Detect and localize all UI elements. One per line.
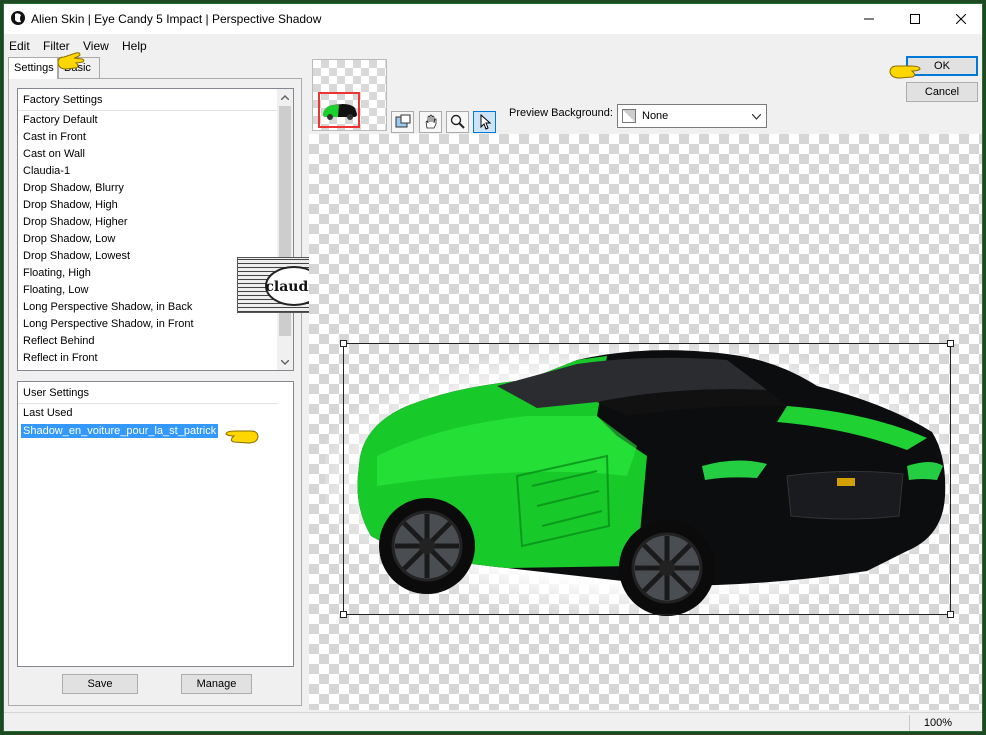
title-bar: Alien Skin | Eye Candy 5 Impact | Perspe…: [4, 4, 982, 34]
list-item[interactable]: Floating, High: [23, 267, 91, 279]
preview-background-label: Preview Background:: [509, 107, 613, 119]
list-item[interactable]: Drop Shadow, Low: [23, 233, 115, 245]
preview-background-value: None: [642, 110, 669, 122]
viewport-indicator[interactable]: [318, 92, 360, 128]
chevron-down-icon: [281, 359, 289, 365]
list-item[interactable]: Claudia-1: [23, 165, 70, 177]
selection-bounding-box[interactable]: [340, 340, 954, 618]
tab-settings-label: Settings: [14, 62, 54, 74]
resize-handle[interactable]: [947, 340, 954, 347]
list-item[interactable]: Cast in Front: [23, 131, 86, 143]
user-settings-header: User Settings: [23, 387, 90, 399]
pointing-hand-icon: [225, 430, 259, 444]
factory-list-scrollbar[interactable]: [277, 89, 293, 370]
list-item[interactable]: Last Used: [23, 407, 73, 419]
chevron-down-icon: [752, 114, 761, 120]
cancel-button[interactable]: Cancel: [906, 82, 978, 102]
zoom-tool-button[interactable]: [446, 111, 469, 133]
close-icon: [956, 14, 966, 24]
manage-button[interactable]: Manage: [181, 674, 252, 694]
user-settings-list[interactable]: User Settings Last Used Shadow_en_voitur…: [17, 381, 294, 667]
menu-view[interactable]: View: [83, 39, 109, 53]
scroll-up-button[interactable]: [277, 89, 293, 105]
close-button[interactable]: [938, 4, 982, 34]
resize-handle[interactable]: [340, 340, 347, 347]
list-item[interactable]: Reflect Behind: [23, 335, 95, 347]
minimize-button[interactable]: [846, 4, 892, 34]
resize-handle[interactable]: [947, 611, 954, 618]
navigator-thumbnail[interactable]: [312, 59, 387, 131]
list-divider: [18, 403, 278, 404]
list-item[interactable]: Long Perspective Shadow, in Front: [23, 318, 194, 330]
factory-settings-list[interactable]: Factory Settings Factory Default Cast in…: [17, 88, 294, 371]
zoom-level: 100%: [923, 717, 952, 729]
list-item[interactable]: Floating, Low: [23, 284, 88, 296]
maximize-button[interactable]: [892, 4, 938, 34]
minimize-icon: [864, 18, 874, 20]
window-title: Alien Skin | Eye Candy 5 Impact | Perspe…: [31, 12, 322, 26]
app-window: Alien Skin | Eye Candy 5 Impact | Perspe…: [3, 3, 983, 732]
chevron-up-icon: [281, 94, 289, 100]
list-item[interactable]: Reflect in Front: [23, 352, 98, 364]
list-item[interactable]: Factory Default: [23, 114, 98, 126]
navigator-tool-button[interactable]: [391, 111, 414, 133]
scroll-down-button[interactable]: [277, 354, 293, 370]
pointing-hand-icon: [57, 52, 85, 70]
preview-background-select[interactable]: None: [617, 104, 767, 128]
tab-settings[interactable]: Settings: [8, 57, 58, 79]
preview-canvas[interactable]: [309, 134, 982, 710]
list-item-selected[interactable]: Shadow_en_voiture_pour_la_st_patrick: [21, 424, 219, 438]
pointer-tool-button[interactable]: [473, 111, 496, 133]
factory-settings-header: Factory Settings: [23, 94, 103, 106]
list-item[interactable]: Drop Shadow, Lowest: [23, 250, 130, 262]
pointer-icon: [480, 114, 491, 130]
list-item[interactable]: Drop Shadow, High: [23, 199, 118, 211]
navigator-icon: [395, 114, 410, 128]
hand-tool-button[interactable]: [419, 111, 442, 133]
menu-bar: Edit Filter View Help: [4, 34, 982, 56]
maximize-icon: [910, 14, 920, 24]
menu-help[interactable]: Help: [122, 39, 147, 53]
resize-handle[interactable]: [340, 611, 347, 618]
status-bar: 100%: [4, 712, 982, 731]
save-button[interactable]: Save: [62, 674, 138, 694]
menu-edit[interactable]: Edit: [9, 39, 30, 53]
zoom-icon: [450, 114, 465, 129]
list-divider: [18, 110, 278, 111]
status-divider: [909, 715, 910, 731]
settings-panel: Factory Settings Factory Default Cast in…: [8, 78, 302, 706]
list-item[interactable]: Drop Shadow, Higher: [23, 216, 128, 228]
list-item[interactable]: Drop Shadow, Blurry: [23, 182, 124, 194]
swatch-none-icon: [622, 109, 636, 123]
alien-skin-logo-icon: [11, 11, 25, 25]
list-item[interactable]: Cast on Wall: [23, 148, 85, 160]
hand-icon: [425, 114, 436, 129]
pointing-hand-icon: [889, 65, 921, 79]
list-item[interactable]: Long Perspective Shadow, in Back: [23, 301, 192, 313]
